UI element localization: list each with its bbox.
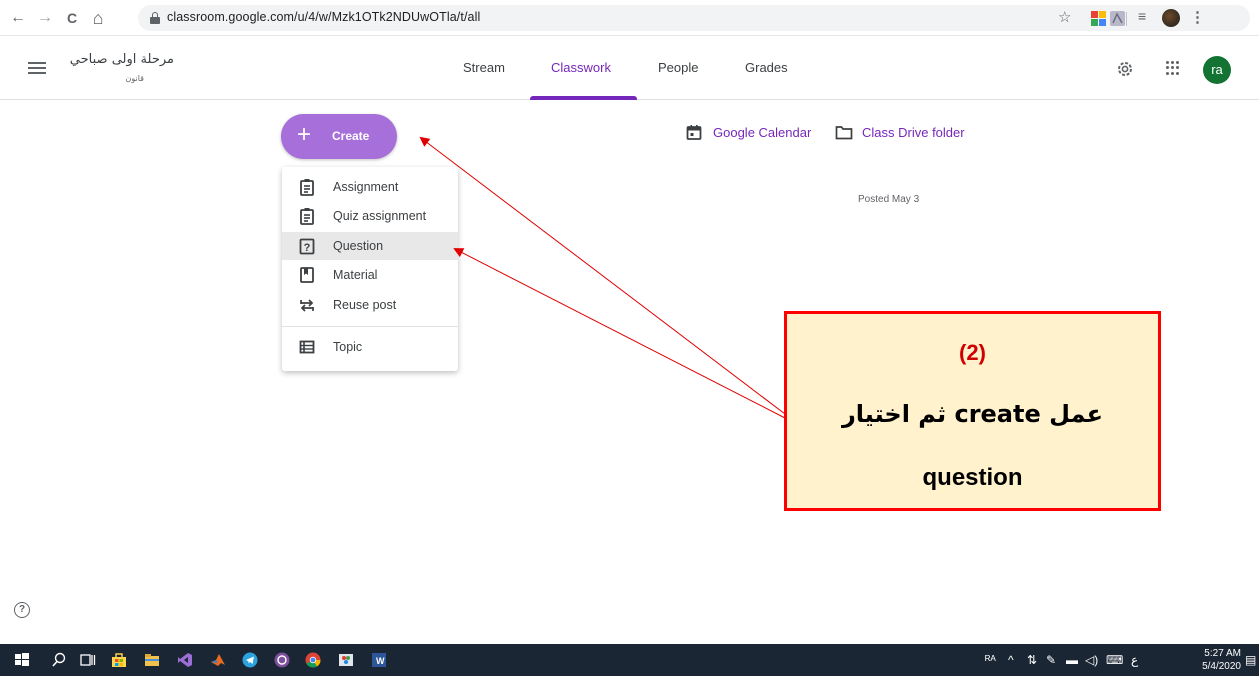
viber-icon[interactable] <box>274 652 290 668</box>
clock[interactable]: 5:27 AM 5/4/2020 <box>1195 647 1241 673</box>
url-text: classroom.google.com/u/4/w/Mzk1OTk2NDUwO… <box>167 10 481 24</box>
callout-step-number: (2) <box>959 340 986 365</box>
callout-instruction-word: question <box>922 464 1023 491</box>
menu-item-quiz-assignment[interactable]: Quiz assignment <box>282 202 458 230</box>
settings-gear-icon[interactable] <box>1116 60 1134 78</box>
reading-list-icon[interactable]: ≡ <box>1138 8 1146 24</box>
menu-item-material[interactable]: Material <box>282 261 458 289</box>
google-apps-icon[interactable] <box>1166 61 1180 75</box>
tab-stream[interactable]: Stream <box>463 60 505 75</box>
matlab-icon[interactable] <box>210 652 226 668</box>
tab-people[interactable]: People <box>658 60 698 75</box>
browser-menu-icon[interactable]: ⋮ <box>1190 8 1205 26</box>
people-icon[interactable]: ᴿᴬ <box>985 653 996 667</box>
show-hidden-icons-icon[interactable]: ^ <box>1008 653 1014 667</box>
menu-item-label: Quiz assignment <box>333 209 427 223</box>
volume-icon[interactable]: ◁) <box>1085 653 1098 667</box>
main-menu-icon[interactable] <box>28 62 46 74</box>
arrow-to-question <box>453 248 786 419</box>
network-icon[interactable]: ⇅ <box>1027 653 1037 667</box>
menu-item-reuse-post[interactable]: Reuse post <box>282 291 458 319</box>
create-menu: Assignment Quiz assignment ? Question Ma… <box>282 167 458 371</box>
page: ← → C ⌂ classroom.google.com/u/4/w/Mzk1O… <box>0 0 1259 676</box>
quiz-assignment-icon <box>298 207 316 225</box>
menu-item-label: Topic <box>333 340 363 354</box>
callout-instruction: عمل create ثم اختيار <box>841 400 1104 428</box>
pen-icon[interactable]: ✎ <box>1046 653 1056 667</box>
reuse-post-icon <box>298 296 316 314</box>
clock-date: 5/4/2020 <box>1202 661 1241 672</box>
battery-icon[interactable]: ▬ <box>1066 653 1078 667</box>
reload-button[interactable]: C <box>62 8 82 28</box>
lock-icon <box>150 12 160 24</box>
calendar-icon <box>686 124 702 145</box>
windows-start-icon[interactable] <box>14 652 30 668</box>
google-calendar-link[interactable]: Google Calendar <box>713 125 811 140</box>
assignment-icon <box>298 178 316 196</box>
visual-studio-icon[interactable] <box>177 652 193 668</box>
menu-item-question[interactable]: ? Question <box>282 232 458 260</box>
extension-color-icon[interactable] <box>1091 11 1106 26</box>
folder-icon <box>835 125 853 145</box>
menu-item-label: Assignment <box>333 180 399 194</box>
tab-classwork[interactable]: Classwork <box>551 60 611 75</box>
menu-divider <box>282 326 458 327</box>
classroom-header: مرحلة اولى صباحي قانون Stream Classwork … <box>0 36 1259 100</box>
keyboard-icon[interactable]: ⌨ <box>1106 653 1123 667</box>
language-indicator[interactable]: ع <box>1131 653 1138 667</box>
home-button[interactable]: ⌂ <box>88 8 108 28</box>
arrow-to-create <box>419 136 786 415</box>
profile-avatar-icon[interactable] <box>1162 9 1180 27</box>
star-icon[interactable]: ☆ <box>1058 8 1071 26</box>
menu-item-label: Reuse post <box>333 298 397 312</box>
forward-button[interactable]: → <box>35 8 55 28</box>
menu-item-topic[interactable]: Topic <box>282 333 458 361</box>
menu-item-label: Material <box>333 268 378 282</box>
file-explorer-icon[interactable] <box>144 652 160 668</box>
address-bar[interactable]: classroom.google.com/u/4/w/Mzk1OTk2NDUwO… <box>138 5 1250 31</box>
clock-time: 5:27 AM <box>1204 648 1241 659</box>
class-drive-folder-link[interactable]: Class Drive folder <box>862 125 965 140</box>
store-icon[interactable] <box>111 652 127 668</box>
word-icon[interactable]: W <box>371 652 387 668</box>
material-icon <box>298 266 316 284</box>
help-icon[interactable]: ? <box>14 602 30 618</box>
class-name[interactable]: مرحلة اولى صباحي <box>64 52 174 67</box>
telegram-icon[interactable] <box>242 652 258 668</box>
annotation-callout: (2) عمل create ثم اختيار question <box>784 311 1161 511</box>
menu-item-label: Question <box>333 239 384 253</box>
question-icon: ? <box>298 237 316 255</box>
create-label: Create <box>332 129 370 143</box>
menu-item-assignment[interactable]: Assignment <box>282 173 458 201</box>
paint-icon[interactable] <box>338 652 354 668</box>
active-tab-indicator <box>530 96 637 100</box>
account-avatar[interactable]: ra <box>1203 56 1231 84</box>
topic-icon <box>298 338 316 356</box>
task-view-icon[interactable] <box>80 652 96 668</box>
svg-text:W: W <box>376 656 385 666</box>
posted-date: Posted May 3 <box>858 194 920 205</box>
notifications-icon[interactable]: ▤ <box>1245 653 1256 667</box>
svg-text:?: ? <box>304 242 311 254</box>
chrome-icon[interactable] <box>305 652 321 668</box>
back-button[interactable]: ← <box>8 8 28 28</box>
create-button[interactable]: + Create <box>281 114 397 159</box>
class-section: قانون <box>125 74 145 83</box>
pdf-extension-icon[interactable] <box>1110 11 1125 26</box>
toolbar-divider <box>1126 12 1127 26</box>
search-icon[interactable] <box>51 652 67 668</box>
plus-icon: + <box>297 121 312 148</box>
windows-taskbar: W ᴿᴬ ^ ⇅ ✎ ▬ ◁) ⌨ ع 5:27 AM 5/4/2020 ▤ <box>0 644 1259 676</box>
browser-toolbar: ← → C ⌂ classroom.google.com/u/4/w/Mzk1O… <box>0 0 1259 36</box>
tab-grades[interactable]: Grades <box>745 60 788 75</box>
